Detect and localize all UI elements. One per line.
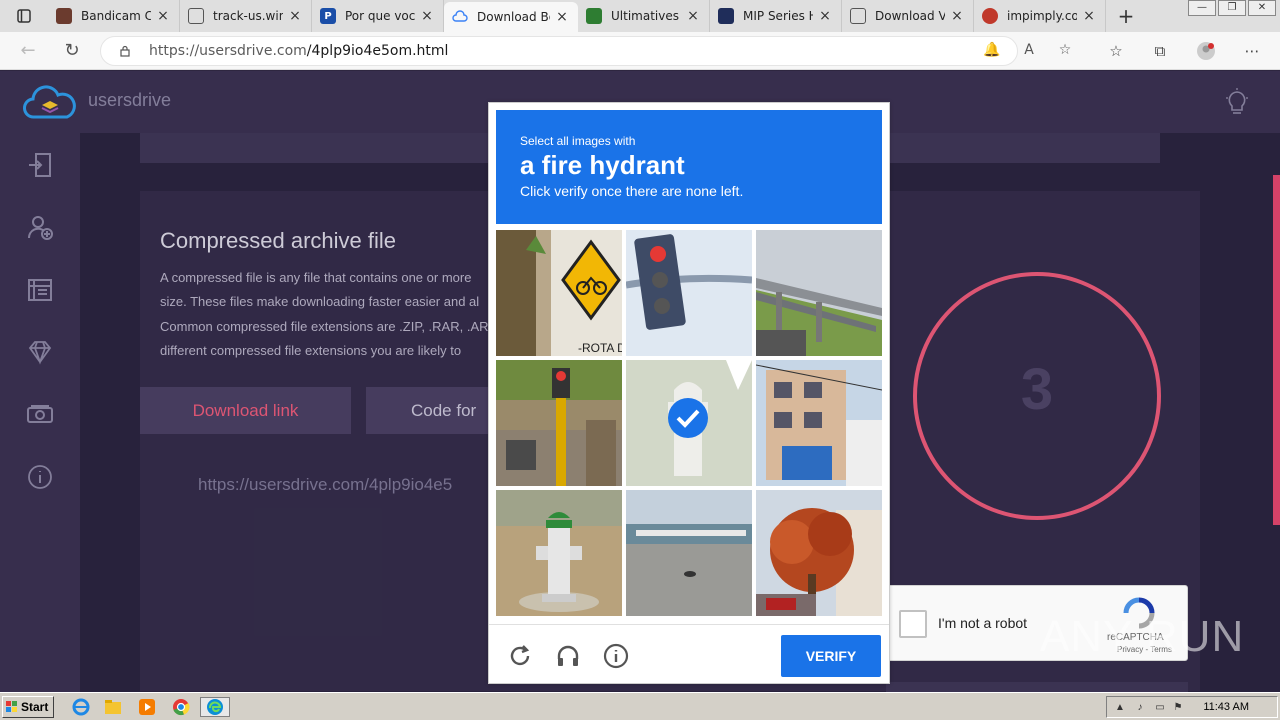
browser-tab[interactable]: Download VI ×: [842, 0, 974, 32]
tab-title: Bandicam Cr: [81, 9, 151, 23]
help-info-icon[interactable]: [603, 643, 629, 669]
address-bar-row: ← ↻ https://usersdrive.com/4plp9io4e5om.…: [0, 32, 1280, 70]
volume-icon[interactable]: ♪: [1133, 701, 1147, 715]
clock: 11:43 AM: [1203, 701, 1249, 713]
close-window-icon[interactable]: ✕: [1248, 0, 1276, 16]
notifications-blocked-icon[interactable]: 🔔: [982, 40, 1002, 60]
tile-hydrant-faded[interactable]: [626, 360, 752, 486]
url-field[interactable]: https://usersdrive.com/4plp9io4e5om.html: [100, 36, 1018, 66]
windows-flag-icon: [6, 701, 17, 712]
browser-tab-active[interactable]: Download Bo ×: [444, 2, 578, 32]
url-host: https://usersdrive.com: [149, 43, 307, 59]
tile-parking-lot[interactable]: [626, 490, 752, 616]
tab-title: Download Bo: [477, 10, 550, 24]
tab-close-icon[interactable]: ×: [1081, 8, 1097, 24]
challenge-hint: Click verify once there are none left.: [520, 183, 744, 199]
start-button[interactable]: Start: [2, 696, 54, 718]
add-favorite-icon[interactable]: ☆: [1055, 40, 1075, 60]
system-tray: ▲ ♪ ▭ ⚑ 11:43 AM: [1106, 696, 1278, 718]
tab-close-icon[interactable]: ×: [817, 8, 833, 24]
tab-close-icon[interactable]: ×: [949, 8, 965, 24]
bandicam-icon: [56, 8, 72, 24]
browser-tab[interactable]: Ultimatives C ×: [578, 0, 710, 32]
tab-title: Por que você: [345, 9, 415, 23]
page-icon: [188, 8, 204, 24]
usersdrive-icon: [452, 9, 468, 25]
tab-actions-button[interactable]: [0, 0, 48, 32]
tab-strip: Bandicam Cr × track-us.win × P Por que v…: [0, 0, 1280, 32]
read-aloud-icon[interactable]: A: [1019, 40, 1039, 60]
collections-icon[interactable]: ⧉: [1150, 41, 1170, 61]
tab-close-icon[interactable]: ×: [685, 8, 701, 24]
favorites-icon[interactable]: ☆: [1106, 41, 1126, 61]
tab-title: Ultimatives C: [611, 9, 681, 23]
explorer-icon[interactable]: [102, 697, 124, 717]
recaptcha-challenge: Select all images with a fire hydrant Cl…: [488, 102, 890, 684]
minimize-icon[interactable]: —: [1188, 0, 1216, 16]
svg-text:-ROTA D: -ROTA D: [578, 341, 622, 355]
challenge-target: a fire hydrant: [520, 150, 685, 180]
tile-highway-bridge[interactable]: [756, 230, 882, 356]
tab-close-icon[interactable]: ×: [419, 8, 435, 24]
flag-icon[interactable]: ⚑: [1171, 701, 1185, 715]
browser-tab[interactable]: MIP Series H ×: [710, 0, 842, 32]
browser-tab[interactable]: impimply.co ×: [974, 0, 1106, 32]
new-tab-button[interactable]: +: [1106, 0, 1146, 32]
tab-title: MIP Series H: [743, 9, 813, 23]
ie-icon[interactable]: [70, 697, 92, 717]
tile-street-traffic-light[interactable]: [496, 360, 622, 486]
tab-title: track-us.win: [213, 9, 283, 23]
start-label: Start: [21, 700, 49, 714]
tab-actions-icon: [17, 9, 31, 23]
browser-tab[interactable]: track-us.win ×: [180, 0, 312, 32]
challenge-footer: VERIFY: [489, 624, 889, 684]
p-icon: P: [320, 8, 336, 24]
back-icon[interactable]: ←: [18, 41, 38, 61]
tab-close-icon[interactable]: ×: [155, 8, 171, 24]
ultimatives-icon: [586, 8, 602, 24]
audio-challenge-icon[interactable]: [555, 643, 581, 669]
mip-icon: [718, 8, 734, 24]
window-controls: — ❐ ✕: [1188, 0, 1276, 20]
not-robot-label: I'm not a robot: [938, 615, 1028, 631]
reload-icon[interactable]: ↻: [62, 41, 82, 61]
chrome-icon[interactable]: [170, 697, 192, 717]
tab-close-icon[interactable]: ×: [287, 8, 303, 24]
tray-expand-icon[interactable]: ▲: [1113, 701, 1127, 715]
more-menu-icon[interactable]: ⋯: [1242, 41, 1262, 61]
browser-tab[interactable]: Bandicam Cr ×: [48, 0, 180, 32]
tile-traffic-light[interactable]: [626, 230, 752, 356]
tile-tree-house[interactable]: [756, 490, 882, 616]
challenge-image-grid: -ROTA D: [496, 230, 884, 618]
restore-icon[interactable]: ❐: [1218, 0, 1246, 16]
challenge-instruction: Select all images with: [520, 134, 636, 148]
verify-button[interactable]: VERIFY: [781, 635, 881, 677]
reload-challenge-icon[interactable]: [507, 643, 533, 669]
challenge-header: Select all images with a fire hydrant Cl…: [496, 110, 882, 224]
anyrun-watermark: ANY RUN: [1040, 612, 1245, 661]
url-text: https://usersdrive.com/4plp9io4e5om.html: [149, 43, 448, 59]
url-path: /4plp9io4e5om.html: [306, 43, 449, 59]
profile-icon[interactable]: [1196, 41, 1216, 61]
tab-close-icon[interactable]: ×: [554, 9, 570, 25]
tile-building[interactable]: [756, 360, 882, 486]
tab-title: impimply.co: [1007, 9, 1077, 23]
lock-icon: [120, 45, 130, 57]
browser-tab[interactable]: P Por que você ×: [312, 0, 444, 32]
tile-fire-hydrant[interactable]: [496, 490, 622, 616]
edge-icon[interactable]: [200, 697, 230, 717]
media-player-icon[interactable]: [136, 697, 158, 717]
taskbar: Start ▲ ♪ ▭ ⚑ 11:43 AM: [0, 692, 1280, 720]
tab-title: Download VI: [875, 9, 945, 23]
impimply-icon: [982, 8, 998, 24]
network-icon[interactable]: ▭: [1153, 701, 1167, 715]
not-robot-checkbox[interactable]: [899, 610, 927, 638]
tile-bicycle-sign[interactable]: -ROTA D: [496, 230, 622, 356]
doc-icon: [850, 8, 866, 24]
